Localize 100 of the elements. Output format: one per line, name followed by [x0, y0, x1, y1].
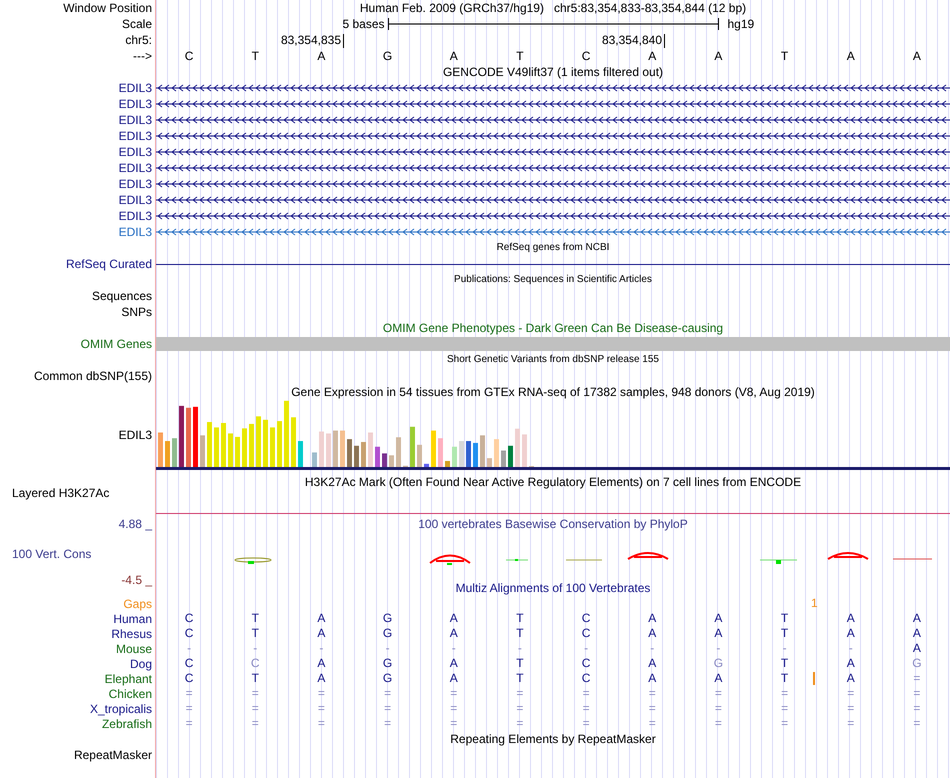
gene-label[interactable]: EDIL3 — [118, 97, 152, 111]
gene-label[interactable]: EDIL3 — [118, 193, 152, 207]
species-label[interactable]: Mouse — [116, 642, 152, 656]
aligned-base: A — [912, 641, 921, 656]
aligned-base: = — [648, 716, 656, 731]
aligned-base: = — [913, 701, 920, 716]
species-label[interactable]: Elephant — [104, 672, 152, 686]
aligned-base: = — [186, 716, 193, 731]
track-label[interactable]: 100 Vert. Cons — [0, 546, 92, 562]
gene-label[interactable]: EDIL3 — [118, 177, 152, 191]
gene-label[interactable]: EDIL3 — [118, 113, 152, 127]
aligned-base: = — [318, 686, 325, 701]
aligned-base: T — [780, 611, 788, 626]
aligned-base: T — [780, 671, 788, 686]
expression-bar[interactable] — [382, 453, 387, 467]
base-letter: G — [382, 48, 392, 64]
track-label[interactable]: SNPs — [121, 305, 152, 319]
assembly-name: Human Feb. 2009 (GRCh37/hg19) — [360, 0, 544, 16]
aligned-base: A — [648, 611, 656, 626]
species-label[interactable]: Rhesus — [111, 627, 152, 641]
aligned-base: = — [714, 686, 722, 701]
aligned-base: A — [450, 671, 458, 686]
position-tick-label: 83,354,840 — [602, 32, 663, 48]
track-label[interactable]: RepeatMasker — [74, 748, 152, 762]
species-label[interactable]: Dog — [130, 657, 152, 671]
aligned-base: - — [782, 641, 787, 656]
aligned-base: = — [847, 686, 854, 701]
aligned-base: = — [781, 716, 788, 731]
aligned-base: - — [386, 641, 390, 656]
aligned-base: - — [253, 641, 258, 656]
gene-label[interactable]: EDIL3 — [118, 145, 152, 159]
aligned-base: A — [714, 611, 722, 626]
gene-label[interactable]: EDIL3 — [118, 427, 152, 443]
track-title: Multiz Alignments of 100 Vertebrates — [456, 580, 650, 596]
track-label[interactable]: ---> — [133, 49, 152, 63]
aligned-base: A — [450, 656, 458, 671]
track-label[interactable]: Common dbSNP(155) — [34, 369, 152, 383]
aligned-base: A — [714, 671, 722, 686]
base-letter: A — [912, 48, 921, 64]
aligned-base: = — [318, 701, 325, 716]
aligned-base: A — [846, 656, 855, 671]
aligned-base: T — [252, 611, 259, 626]
expression-bar[interactable] — [445, 460, 450, 467]
species-label[interactable]: Zebrafish — [102, 717, 152, 731]
aligned-base: = — [252, 701, 259, 716]
aligned-base: T — [516, 656, 524, 671]
track-title: Repeating Elements by RepeatMasker — [450, 731, 656, 747]
expression-bar[interactable] — [424, 464, 429, 467]
track-title: OMIM Gene Phenotypes - Dark Green Can Be Disease-causing — [382, 320, 724, 336]
gene-label[interactable]: EDIL3 — [118, 129, 152, 143]
aligned-base: = — [384, 686, 392, 701]
aligned-base: C — [582, 611, 590, 626]
aligned-base: = — [714, 701, 722, 716]
aligned-base: C — [184, 626, 194, 641]
species-label[interactable]: Chicken — [108, 687, 152, 701]
aligned-base: = — [648, 686, 656, 701]
aligned-base: = — [318, 716, 325, 731]
track-label[interactable]: Layered H3K27Ac — [12, 485, 155, 501]
track-label[interactable]: chr5: — [125, 33, 152, 47]
aligned-base: = — [252, 716, 259, 731]
species-label[interactable]: Human — [113, 612, 152, 626]
track-label[interactable]: Scale — [122, 17, 152, 31]
aligned-base: A — [648, 671, 656, 686]
aligned-base: - — [452, 641, 456, 656]
omim-gene-bar[interactable] — [156, 337, 950, 351]
aligned-base: G — [912, 656, 922, 671]
base-letter: T — [780, 48, 788, 64]
aligned-base: A — [317, 656, 326, 671]
track-label[interactable]: RefSeq Curated — [66, 257, 152, 271]
expression-bar-chart-drawing[interactable] — [156, 400, 536, 467]
aligned-base: = — [781, 701, 788, 716]
aligned-base: C — [184, 656, 194, 671]
gene-label[interactable]: EDIL3 — [118, 209, 152, 223]
track-label[interactable]: OMIM Genes — [80, 337, 152, 351]
gene-label[interactable]: EDIL3 — [118, 225, 152, 239]
aligned-base: = — [516, 701, 524, 716]
aligned-base: C — [184, 611, 194, 626]
gene-label[interactable]: EDIL3 — [118, 161, 152, 175]
aligned-base: G — [382, 656, 392, 671]
aligned-base: = — [384, 716, 392, 731]
genome-position: chr5:83,354,833-83,354,844 (12 bp) — [554, 0, 746, 16]
aligned-base: = — [450, 716, 458, 731]
aligned-base: - — [716, 641, 720, 656]
track-label[interactable]: Sequences — [92, 289, 152, 303]
species-label[interactable]: X_tropicalis — [90, 702, 152, 716]
track-title: Publications: Sequences in Scientific Articles — [454, 273, 652, 287]
base-letter: A — [317, 48, 326, 64]
base-letter: C — [184, 48, 194, 64]
aligned-base: = — [847, 716, 854, 731]
track-title: Gene Expression in 54 tissues from GTEx RNA-seq of 17382 samples, 948 donors (V8, Aug 2019) — [291, 384, 815, 400]
aligned-base: G — [382, 626, 392, 641]
axis-min-label: -4.5 _ — [121, 572, 152, 588]
base-letter: A — [450, 48, 458, 64]
base-letter: A — [846, 48, 855, 64]
aligned-base: G — [382, 671, 392, 686]
aligned-base: C — [582, 626, 590, 641]
aligned-base: = — [913, 716, 920, 731]
track-label[interactable]: Window Position — [63, 1, 152, 15]
aligned-base: A — [317, 671, 326, 686]
gene-label[interactable]: EDIL3 — [118, 81, 152, 95]
